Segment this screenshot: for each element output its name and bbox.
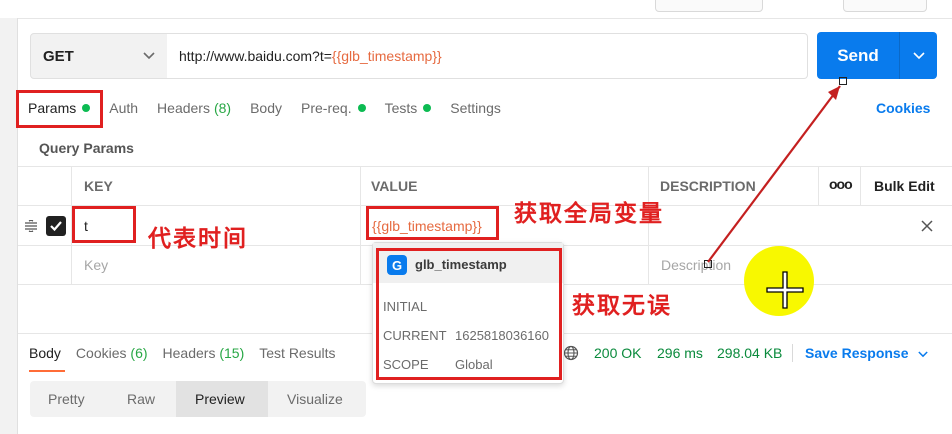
drag-handle-icon[interactable]	[24, 220, 38, 232]
tab-label: Headers	[162, 345, 216, 361]
view-visualize-button[interactable]: Visualize	[287, 391, 343, 407]
tab-label: Body	[29, 345, 61, 361]
table-col-divider	[860, 166, 861, 206]
annotation-box-popup	[376, 248, 562, 380]
tab-test-results[interactable]: Test Results	[259, 345, 335, 361]
tab-body[interactable]: Body	[250, 100, 282, 116]
close-icon[interactable]	[921, 220, 933, 232]
tab-response-cookies[interactable]: Cookies (6)	[76, 345, 148, 361]
bulk-edit-button[interactable]: Bulk Edit	[874, 178, 935, 194]
tab-auth[interactable]: Auth	[109, 100, 138, 116]
view-raw-button[interactable]: Raw	[127, 391, 155, 407]
method-select[interactable]: GET	[30, 33, 168, 79]
cookies-link[interactable]: Cookies	[876, 100, 930, 116]
status-divider	[792, 344, 793, 362]
method-label: GET	[43, 47, 74, 65]
view-preview-button[interactable]: Preview	[195, 391, 245, 407]
top-divider	[18, 18, 952, 19]
tab-label: Body	[250, 100, 283, 116]
url-prefix: http://www.baidu.com?t=	[179, 48, 332, 64]
save-response-label: Save Response	[805, 345, 909, 361]
left-sidebar-edge	[0, 18, 18, 434]
top-toolbar-button[interactable]	[655, 0, 763, 12]
tab-response-body[interactable]: Body	[29, 345, 61, 361]
annotation-box-key	[72, 206, 136, 243]
send-label: Send	[837, 45, 879, 65]
save-response-button[interactable]: Save Response	[805, 345, 929, 361]
annotation-box-params-tab	[16, 90, 103, 128]
tab-label: Settings	[450, 100, 501, 116]
annotation-get-correct: 获取无误	[572, 292, 672, 319]
param-key-placeholder[interactable]: Key	[84, 257, 108, 273]
tab-response-headers[interactable]: Headers (15)	[163, 345, 245, 361]
annotation-box-value	[366, 206, 499, 240]
response-time: 296 ms	[657, 345, 703, 361]
tab-count: (8)	[213, 100, 232, 116]
status-dot	[423, 104, 432, 112]
tab-label: Tests	[384, 100, 418, 116]
checkmark-icon	[50, 221, 62, 232]
annotation-get-global-variable: 获取全局变量	[514, 200, 664, 227]
url-variable: {{glb_timestamp}}	[331, 48, 442, 64]
chevron-down-icon	[918, 351, 929, 358]
response-tabs: Body Cookies (6) Headers (15) Test Resul…	[29, 345, 351, 361]
crosshair-cursor-icon	[766, 271, 804, 309]
tab-label: Test Results	[259, 345, 336, 361]
globe-icon[interactable]	[563, 345, 579, 361]
view-pretty-button[interactable]: Pretty	[48, 391, 85, 407]
top-toolbar	[0, 0, 952, 18]
checkbox-checked-icon[interactable]	[46, 216, 66, 236]
tab-pre-request[interactable]: Pre-req.	[301, 100, 366, 116]
status-dot	[357, 104, 366, 112]
tab-tests[interactable]: Tests	[385, 100, 432, 116]
chevron-down-icon	[912, 51, 925, 59]
query-params-title: Query Params	[39, 140, 134, 156]
tab-label: Headers	[157, 100, 210, 116]
active-tab-underline	[29, 370, 65, 372]
response-status: 200 OK	[594, 345, 642, 361]
response-size: 298.04 KB	[717, 345, 783, 361]
tab-settings[interactable]: Settings	[450, 100, 501, 116]
send-options-button[interactable]	[900, 51, 937, 60]
tab-label: Auth	[109, 100, 139, 116]
tab-label: Cookies	[75, 345, 127, 361]
table-col-divider	[360, 166, 361, 284]
tab-label: Pre-req.	[301, 100, 352, 116]
annotation-arrow	[707, 85, 841, 263]
column-header-key: KEY	[84, 178, 113, 194]
annotation-represents-time: 代表时间	[148, 225, 248, 252]
tab-count: (6)	[130, 345, 148, 361]
tab-count: (15)	[219, 345, 245, 361]
chevron-down-icon	[143, 52, 155, 60]
top-toolbar-button-right[interactable]	[843, 0, 927, 12]
tab-headers[interactable]: Headers (8)	[157, 100, 231, 116]
column-header-value: VALUE	[371, 178, 418, 194]
